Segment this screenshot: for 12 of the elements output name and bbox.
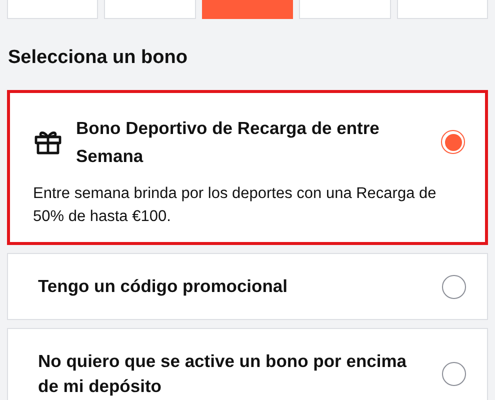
bonus-title: No quiero que se active un bono por encima de mi depósito (38, 350, 408, 398)
bonus-title: Tengo un código promocional (38, 275, 289, 298)
gift-icon (34, 129, 62, 155)
section-heading: Selecciona un bono (8, 46, 188, 70)
bonus-option-card[interactable]: Tengo un código promocional (7, 253, 488, 320)
bonus-title: Bono Deportivo de Recarga de entre Semana (76, 117, 380, 168)
radio-button[interactable] (442, 362, 466, 386)
bonus-description: Entre semana brinda por los deportes con una Recarga de 50% de hasta €100. (33, 184, 438, 227)
radio-button[interactable] (442, 274, 466, 298)
bonus-option-card[interactable]: Bono Deportivo de Recarga de entre Semana Entre semana brinda por los deportes con una Recarga de 50% de hasta €100. (7, 90, 488, 245)
bonus-option-card[interactable]: No quiero que se active un bono por encima de mi depósito (7, 328, 488, 400)
radio-button[interactable] (441, 130, 465, 154)
